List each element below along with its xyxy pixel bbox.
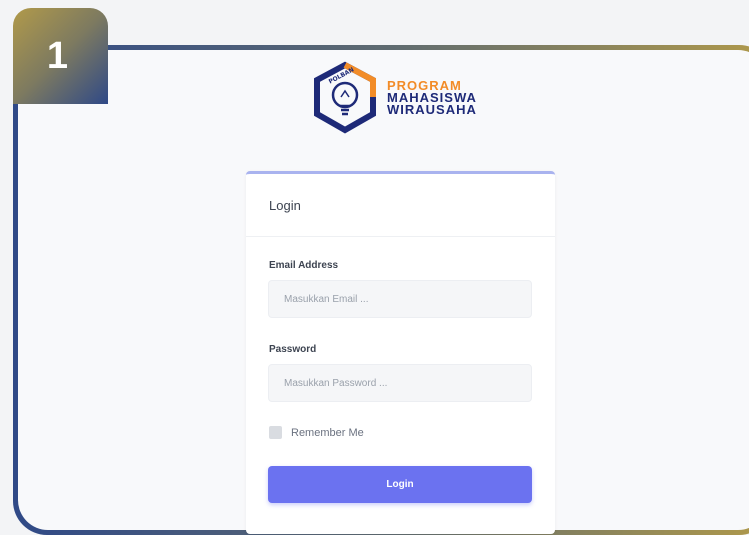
remember-me-label: Remember Me	[291, 426, 364, 439]
logo-text: PROGRAM MAHASISWA WIRAUSAHA	[387, 79, 477, 117]
login-button[interactable]: Login	[268, 466, 532, 503]
remember-me-row[interactable]: Remember Me	[269, 426, 364, 439]
login-card: Login Email Address Masukkan Email ... P…	[246, 171, 555, 534]
password-placeholder: Masukkan Password ...	[284, 377, 388, 389]
email-input[interactable]: Masukkan Email ...	[268, 280, 532, 318]
step-number: 1	[46, 34, 69, 77]
step-number-badge: 1	[13, 8, 108, 104]
password-input[interactable]: Masukkan Password ...	[268, 364, 532, 402]
email-label: Email Address	[269, 260, 339, 271]
password-label: Password	[269, 344, 317, 355]
remember-me-checkbox[interactable]	[269, 426, 282, 439]
login-card-header: Login	[246, 174, 555, 237]
login-title: Login	[269, 197, 301, 213]
email-placeholder: Masukkan Email ...	[284, 293, 369, 305]
logo-line-wirausaha: WIRAUSAHA	[387, 102, 477, 117]
login-button-label: Login	[386, 479, 414, 490]
lightbulb-hexagon-icon: POLBAN	[314, 61, 376, 134]
program-logo: POLBAN PROGRAM MAHASISWA WIRAUSAHA	[311, 61, 477, 135]
